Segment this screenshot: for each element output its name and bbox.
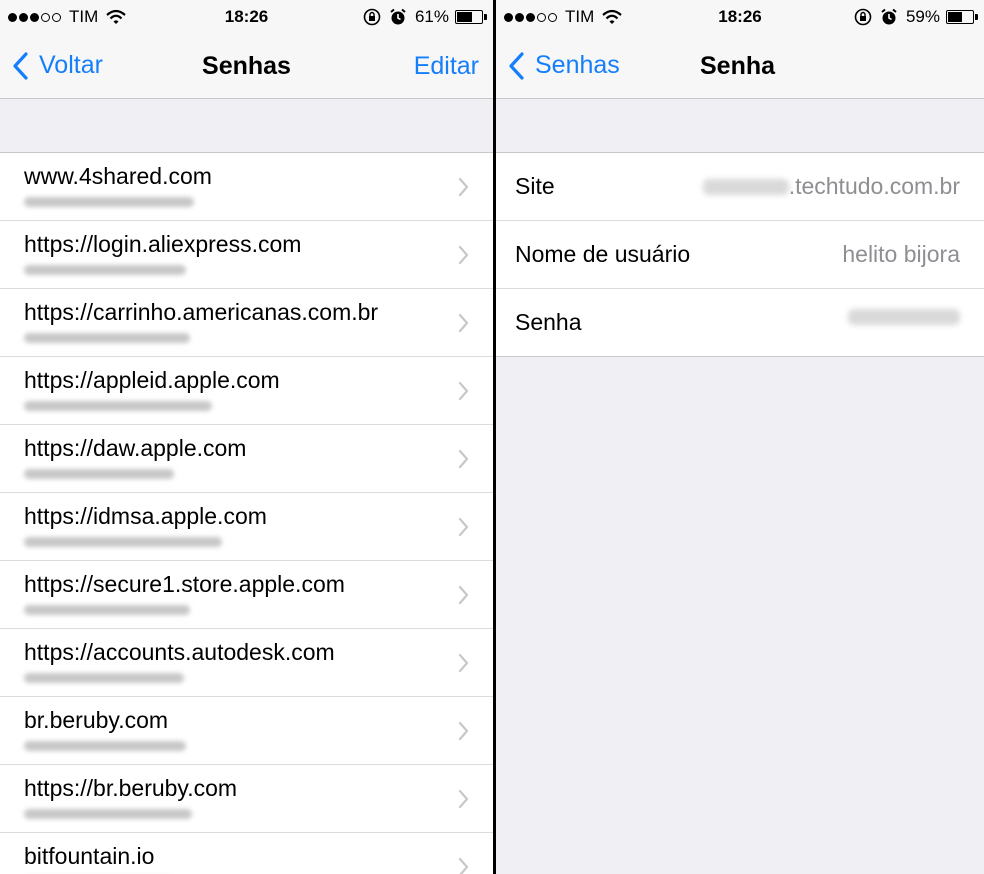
blurred-username — [24, 741, 186, 751]
edit-button[interactable]: Editar — [414, 52, 479, 81]
site-row[interactable]: Site .techtudo.com.br — [496, 153, 984, 221]
password-list-item[interactable]: https://login.aliexpress.com — [0, 221, 493, 289]
battery-fill — [457, 12, 472, 22]
battery-percentage: 59% — [905, 7, 940, 26]
password-list-item[interactable]: https://carrinho.americanas.com.br — [0, 289, 493, 357]
username-row[interactable]: Nome de usuário helito bijora — [496, 221, 984, 289]
navigation-bar: Voltar Senhas Editar — [0, 34, 493, 99]
site-url: https://carrinho.americanas.com.br — [24, 299, 379, 325]
password-list-item[interactable]: www.4shared.com — [0, 153, 493, 221]
status-bar: TIM 18:26 61% — [0, 0, 493, 34]
password-value[interactable] — [848, 309, 960, 325]
back-button[interactable]: Senhas — [508, 51, 620, 80]
password-row[interactable]: Senha — [496, 289, 984, 356]
chevron-right-icon — [458, 789, 469, 809]
battery-percentage: 61% — [414, 7, 449, 26]
rotation-lock-icon — [854, 8, 872, 26]
site-url: br.beruby.com — [24, 707, 169, 733]
blurred-username — [24, 197, 194, 207]
back-button-label: Senhas — [535, 51, 620, 79]
site-url: www.4shared.com — [24, 163, 212, 189]
site-url: https://idmsa.apple.com — [24, 503, 267, 529]
password-list-item[interactable]: https://secure1.store.apple.com — [0, 561, 493, 629]
site-url: https://appleid.apple.com — [24, 367, 280, 393]
status-bar: TIM 18:26 59% — [496, 0, 984, 34]
status-right: 61% — [363, 7, 487, 27]
blurred-site-prefix — [702, 178, 789, 195]
site-url: https://login.aliexpress.com — [24, 231, 302, 257]
alarm-icon — [881, 8, 897, 25]
blurred-username — [24, 809, 192, 819]
password-list-item[interactable]: https://accounts.autodesk.com — [0, 629, 493, 697]
rotation-lock-icon — [363, 8, 381, 26]
password-label: Senha — [515, 309, 582, 335]
site-url: https://daw.apple.com — [24, 435, 247, 461]
blurred-username — [24, 673, 184, 683]
site-domain: .techtudo.com.br — [788, 173, 960, 199]
site-url: https://secure1.store.apple.com — [24, 571, 345, 597]
password-detail-card: Site .techtudo.com.br Nome de usuário he… — [496, 152, 984, 357]
page-title: Senha — [700, 52, 776, 80]
site-label: Site — [515, 173, 555, 199]
chevron-right-icon — [458, 585, 469, 605]
username-label: Nome de usuário — [515, 241, 691, 267]
password-list-item[interactable]: https://br.beruby.com — [0, 765, 493, 833]
chevron-right-icon — [458, 313, 469, 333]
site-url: https://accounts.autodesk.com — [24, 639, 335, 665]
blurred-username — [24, 537, 222, 547]
site-url: https://br.beruby.com — [24, 775, 238, 801]
password-list-item[interactable]: bitfountain.io — [0, 833, 493, 874]
password-detail-screen: TIM 18:26 59% Senhas Senha Site .techtud… — [496, 0, 984, 874]
battery-icon — [455, 10, 487, 24]
password-list-item[interactable]: https://appleid.apple.com — [0, 357, 493, 425]
chevron-right-icon — [458, 517, 469, 537]
chevron-right-icon — [458, 381, 469, 401]
password-list-screen: TIM 18:26 61% Voltar Senhas Editar www.4… — [0, 0, 493, 874]
chevron-right-icon — [458, 449, 469, 469]
chevron-right-icon — [458, 721, 469, 741]
blurred-password — [848, 309, 960, 325]
chevron-right-icon — [458, 177, 469, 197]
alarm-icon — [390, 8, 406, 25]
chevron-right-icon — [458, 857, 469, 874]
battery-icon — [946, 10, 978, 24]
blurred-username — [24, 605, 190, 615]
password-list: www.4shared.com https://login.aliexpress… — [0, 152, 493, 874]
blurred-username — [24, 333, 190, 343]
username-value[interactable]: helito bijora — [842, 241, 960, 268]
back-chevron-icon — [509, 51, 524, 80]
blurred-username — [24, 265, 186, 275]
blurred-username — [24, 401, 212, 411]
navigation-bar: Senhas Senha — [496, 34, 984, 99]
site-url: bitfountain.io — [24, 843, 155, 869]
status-right: 59% — [854, 7, 978, 27]
password-list-item[interactable]: br.beruby.com — [0, 697, 493, 765]
site-value[interactable]: .techtudo.com.br — [702, 173, 960, 200]
battery-fill — [948, 12, 963, 22]
blurred-username — [24, 469, 174, 479]
password-list-item[interactable]: https://idmsa.apple.com — [0, 493, 493, 561]
chevron-right-icon — [458, 245, 469, 265]
chevron-right-icon — [458, 653, 469, 673]
password-list-item[interactable]: https://daw.apple.com — [0, 425, 493, 493]
